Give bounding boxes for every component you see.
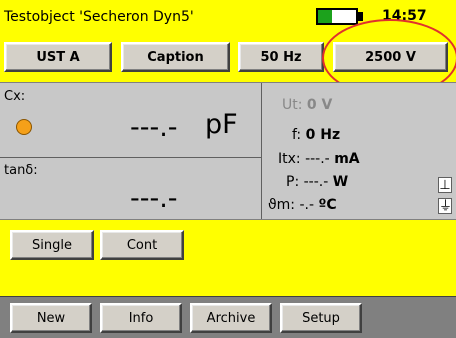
- f-label: f:: [292, 127, 302, 143]
- p-label: P:: [286, 174, 300, 190]
- cont-button[interactable]: Cont: [100, 230, 184, 260]
- info-button[interactable]: Info: [100, 303, 182, 333]
- single-button[interactable]: Single: [10, 230, 94, 260]
- capacitor-icon: ⊥: [438, 177, 452, 193]
- cx-label: Cx:: [4, 89, 26, 104]
- theta-reading: ϑm: -.- ºC: [268, 197, 337, 213]
- tan-delta-value: ---.-: [130, 183, 178, 214]
- panel-divider-horizontal: [0, 157, 261, 158]
- footer-bar: New Info Archive Setup: [0, 296, 456, 338]
- measurement-panel: Cx: ---.- pF tanδ: ---.- Ut: 0 V f: 0 Hz…: [0, 82, 456, 220]
- setup-button[interactable]: Setup: [280, 303, 362, 333]
- theta-unit: ºC: [318, 197, 337, 213]
- battery-tip: [358, 12, 363, 21]
- f-reading: f: 0 Hz: [292, 127, 340, 143]
- mode-button[interactable]: UST A: [4, 42, 112, 72]
- new-button[interactable]: New: [10, 303, 92, 333]
- tan-delta-label: tanδ:: [4, 163, 38, 178]
- theta-label: ϑm:: [268, 197, 296, 213]
- cx-unit: pF: [205, 109, 238, 140]
- ut-reading: Ut: 0 V: [282, 97, 332, 113]
- header-bar: Testobject 'Secheron Dyn5' 14:57: [0, 0, 456, 34]
- battery-icon: [316, 8, 358, 25]
- itx-value: ---.-: [305, 151, 330, 167]
- frequency-button[interactable]: 50 Hz: [238, 42, 324, 72]
- p-reading: P: ---.- W: [286, 174, 348, 190]
- cx-value: ---.-: [130, 112, 178, 143]
- clock: 14:57: [382, 8, 427, 24]
- theta-value: -.-: [299, 197, 315, 213]
- f-value: 0 Hz: [305, 127, 341, 143]
- archive-button[interactable]: Archive: [190, 303, 272, 333]
- ut-value: 0 V: [306, 97, 333, 113]
- itx-unit: mA: [334, 151, 360, 167]
- itx-label: Itx:: [278, 151, 301, 167]
- status-indicator-icon: [16, 119, 32, 135]
- ut-label: Ut:: [282, 97, 303, 113]
- itx-reading: Itx: ---.- mA: [278, 151, 360, 167]
- ground-icon: ⏚: [438, 198, 453, 214]
- app-screen: Testobject 'Secheron Dyn5' 14:57 UST A C…: [0, 0, 456, 338]
- p-unit: W: [332, 174, 349, 190]
- caption-button[interactable]: Caption: [121, 42, 230, 72]
- panel-divider-vertical: [261, 83, 262, 219]
- p-value: ---.-: [303, 174, 329, 190]
- voltage-button[interactable]: 2500 V: [333, 42, 448, 72]
- test-object-title: Testobject 'Secheron Dyn5': [4, 9, 194, 25]
